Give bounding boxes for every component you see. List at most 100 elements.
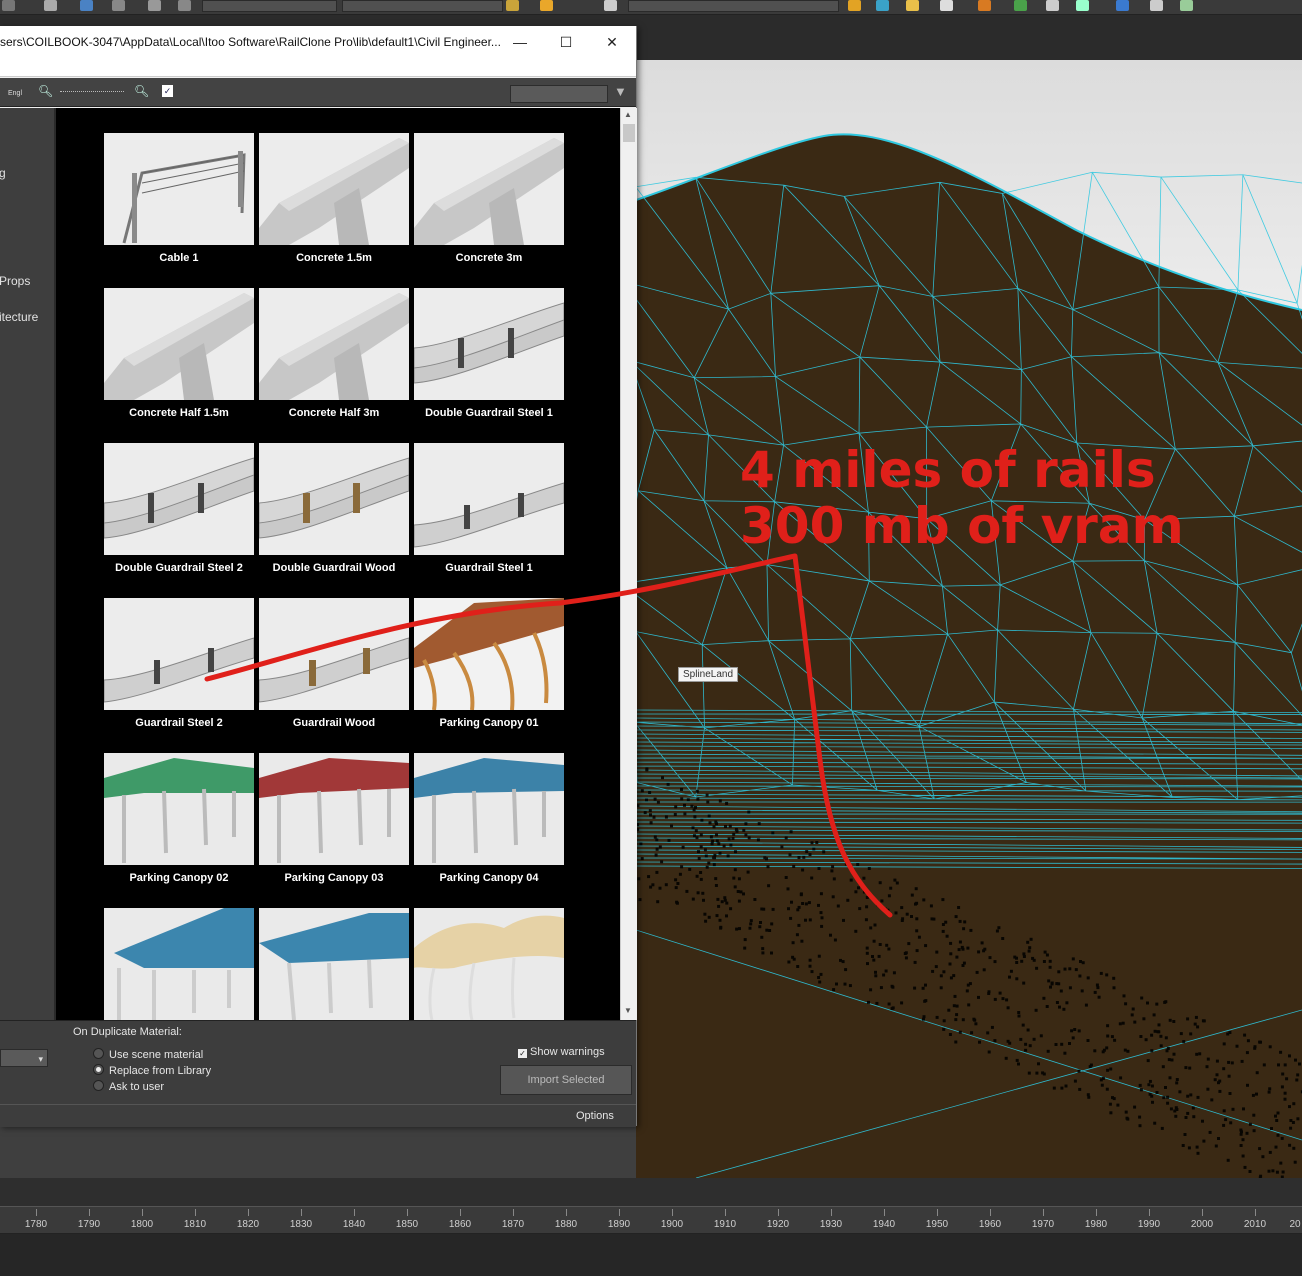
viewport-3d[interactable]: SplineLand bbox=[636, 60, 1302, 1178]
checklist-icon[interactable]: ✓ bbox=[162, 85, 173, 97]
library-item[interactable] bbox=[414, 908, 564, 1020]
radio-button[interactable] bbox=[93, 1048, 104, 1059]
radio-button[interactable] bbox=[93, 1080, 104, 1091]
timeline[interactable]: 1780 1790 1800 1810 1820 1830 1840 1850 1860 1870… bbox=[0, 1178, 1302, 1276]
sidebar-item[interactable]: itecture bbox=[0, 310, 38, 324]
toolbar-tool-icon[interactable] bbox=[1116, 0, 1129, 11]
track-bar[interactable] bbox=[0, 1234, 1302, 1276]
toolbar-tool-icon[interactable] bbox=[148, 0, 161, 11]
minimize-icon[interactable]: — bbox=[500, 30, 540, 56]
library-item[interactable]: Parking Canopy 01 bbox=[414, 598, 564, 729]
library-item[interactable]: Double Guardrail Wood bbox=[259, 443, 409, 574]
radio-use-scene[interactable]: Use scene material bbox=[93, 1048, 203, 1061]
item-thumbnail[interactable] bbox=[414, 753, 564, 865]
zoom-in-icon[interactable]: 🔍︎ bbox=[134, 84, 149, 98]
item-thumbnail[interactable] bbox=[104, 133, 254, 245]
toolbar-tool-icon[interactable] bbox=[604, 0, 617, 11]
time-tick-label: 1850 bbox=[395, 1219, 419, 1230]
library-item[interactable]: Guardrail Steel 1 bbox=[414, 443, 564, 574]
toolbar-tool-icon[interactable] bbox=[1180, 0, 1193, 11]
toolbar-tool-icon[interactable] bbox=[178, 0, 191, 11]
scroll-up-icon[interactable]: ▲ bbox=[624, 110, 632, 119]
item-thumbnail[interactable] bbox=[414, 598, 564, 710]
dropdown[interactable]: ▾ bbox=[0, 1049, 48, 1067]
time-tick-label: 1910 bbox=[713, 1219, 737, 1230]
library-item[interactable]: Guardrail Wood bbox=[259, 598, 409, 729]
library-item[interactable]: Cable 1 bbox=[104, 133, 254, 264]
toolbar-tool-icon[interactable] bbox=[2, 0, 15, 11]
time-tick bbox=[884, 1209, 885, 1216]
toolbar-tool-icon[interactable] bbox=[1150, 0, 1163, 11]
item-thumbnail[interactable] bbox=[259, 753, 409, 865]
item-thumbnail[interactable] bbox=[414, 908, 564, 1020]
sidebar-item[interactable]: Props bbox=[0, 274, 30, 288]
time-tick-label: 1990 bbox=[1137, 1219, 1161, 1230]
toolbar-tool-icon[interactable] bbox=[848, 0, 861, 11]
library-item[interactable]: Concrete 3m bbox=[414, 133, 564, 264]
main-toolbar bbox=[0, 0, 1302, 15]
item-thumbnail[interactable] bbox=[414, 133, 564, 245]
item-thumbnail[interactable] bbox=[259, 133, 409, 245]
sidebar-item[interactable]: g bbox=[0, 166, 6, 180]
toolbar-tool-icon[interactable] bbox=[80, 0, 93, 11]
toolbar-tool-icon[interactable] bbox=[540, 0, 553, 11]
item-thumbnail[interactable] bbox=[104, 288, 254, 400]
scroll-thumb[interactable] bbox=[623, 124, 635, 142]
options-rollout[interactable]: Options bbox=[576, 1110, 614, 1122]
filter-icon[interactable]: ▼ bbox=[614, 84, 627, 99]
title-bar[interactable]: sers\COILBOOK-3047\AppData\Local\Itoo So… bbox=[0, 26, 636, 77]
library-item[interactable]: Parking Canopy 02 bbox=[104, 753, 254, 884]
maximize-icon[interactable]: ☐ bbox=[546, 30, 586, 56]
library-item[interactable]: Guardrail Steel 2 bbox=[104, 598, 254, 729]
show-warnings-checkbox[interactable]: ✓ Show warnings bbox=[518, 1046, 605, 1058]
time-tick-label: 1900 bbox=[660, 1219, 684, 1230]
item-thumbnail[interactable] bbox=[104, 443, 254, 555]
close-icon[interactable]: ✕ bbox=[592, 30, 632, 56]
radio-button[interactable] bbox=[93, 1064, 104, 1075]
toolbar-tool-icon[interactable] bbox=[44, 0, 57, 11]
scroll-down-icon[interactable]: ▼ bbox=[624, 1006, 632, 1015]
item-thumbnail[interactable] bbox=[414, 288, 564, 400]
library-item[interactable] bbox=[259, 908, 409, 1020]
toolbar-tool-icon[interactable] bbox=[876, 0, 889, 11]
library-item[interactable]: Concrete Half 3m bbox=[259, 288, 409, 419]
library-item[interactable]: Concrete 1.5m bbox=[259, 133, 409, 264]
toolbar-field[interactable] bbox=[202, 0, 337, 12]
item-thumbnail[interactable] bbox=[104, 598, 254, 710]
toolbar-tool-icon[interactable] bbox=[112, 0, 125, 11]
library-item[interactable]: Concrete Half 1.5m bbox=[104, 288, 254, 419]
search-input[interactable] bbox=[510, 85, 608, 103]
time-tick bbox=[354, 1209, 355, 1216]
item-thumbnail[interactable] bbox=[259, 908, 409, 1020]
import-selected-button[interactable]: Import Selected bbox=[500, 1065, 632, 1095]
library-item[interactable]: Double Guardrail Steel 2 bbox=[104, 443, 254, 574]
checkbox-check-icon[interactable]: ✓ bbox=[518, 1049, 527, 1058]
library-item[interactable]: Double Guardrail Steel 1 bbox=[414, 288, 564, 419]
toolbar-tool-icon[interactable] bbox=[1014, 0, 1027, 11]
item-thumbnail[interactable] bbox=[259, 288, 409, 400]
toolbar-tool-icon[interactable] bbox=[1076, 0, 1089, 11]
toolbar-tool-icon[interactable] bbox=[506, 0, 519, 11]
time-ruler[interactable]: 1780 1790 1800 1810 1820 1830 1840 1850 1860 1870… bbox=[0, 1206, 1302, 1234]
toolbar-field[interactable] bbox=[628, 0, 839, 12]
item-thumbnail[interactable] bbox=[104, 908, 254, 1020]
zoom-out-icon[interactable]: 🔍︎ bbox=[38, 84, 53, 98]
item-thumbnail[interactable] bbox=[104, 753, 254, 865]
library-item[interactable] bbox=[104, 908, 254, 1020]
toolbar-field[interactable] bbox=[342, 0, 503, 12]
radio-replace-library[interactable]: Replace from Library bbox=[93, 1064, 211, 1077]
item-thumbnail[interactable] bbox=[414, 443, 564, 555]
window-title: sers\COILBOOK-3047\AppData\Local\Itoo So… bbox=[0, 35, 501, 49]
toolbar-tool-icon[interactable] bbox=[978, 0, 991, 11]
language-label[interactable]: Engl bbox=[8, 90, 22, 97]
library-item[interactable]: Parking Canopy 04 bbox=[414, 753, 564, 884]
toolbar-tool-icon[interactable] bbox=[1046, 0, 1059, 11]
zoom-slider[interactable] bbox=[60, 91, 124, 94]
grid-scrollbar[interactable]: ▲ ▼ bbox=[620, 108, 637, 1020]
radio-ask-user[interactable]: Ask to user bbox=[93, 1080, 164, 1093]
toolbar-tool-icon[interactable] bbox=[906, 0, 919, 11]
toolbar-tool-icon[interactable] bbox=[940, 0, 953, 11]
item-thumbnail[interactable] bbox=[259, 598, 409, 710]
library-item[interactable]: Parking Canopy 03 bbox=[259, 753, 409, 884]
item-thumbnail[interactable] bbox=[259, 443, 409, 555]
